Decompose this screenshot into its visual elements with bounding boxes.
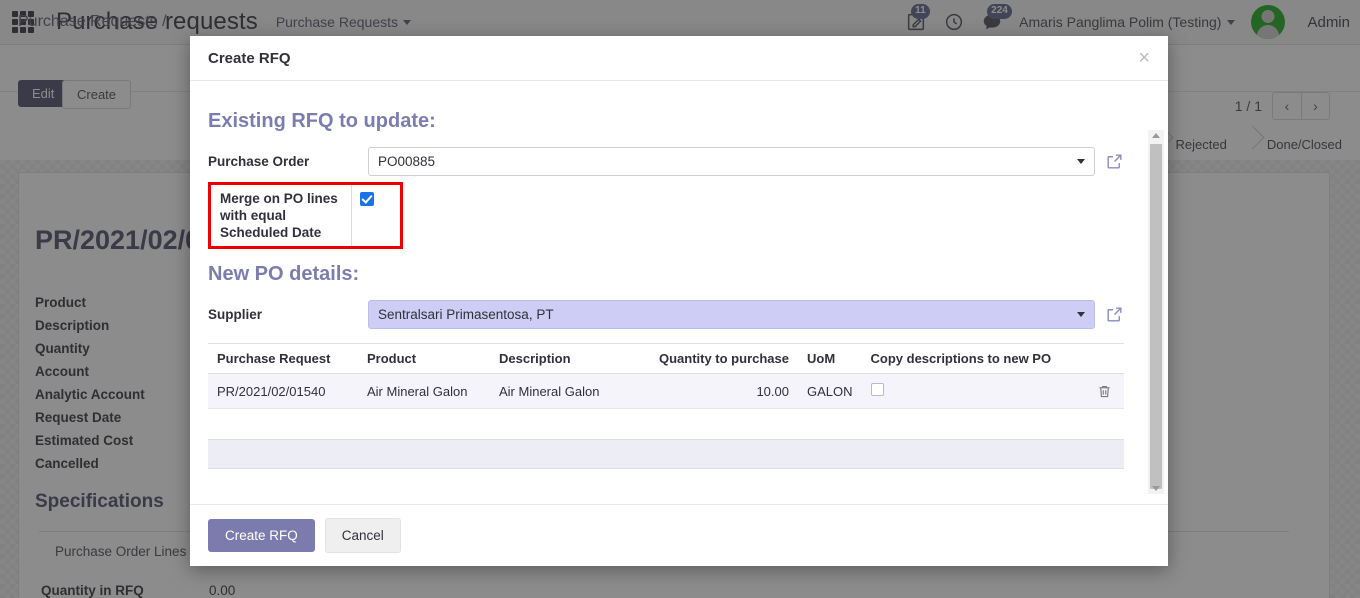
col-product: Product bbox=[358, 343, 490, 374]
purchase-order-input[interactable] bbox=[368, 147, 1095, 176]
section-heading-new-po: New PO details: bbox=[208, 263, 360, 285]
create-rfq-button[interactable]: Create RFQ bbox=[208, 519, 315, 552]
supplier-input[interactable] bbox=[368, 300, 1095, 329]
supplier-row: Supplier bbox=[208, 300, 1124, 329]
col-description: Description bbox=[490, 343, 618, 374]
col-purchase-request: Purchase Request bbox=[208, 343, 358, 374]
cell-product: Air Mineral Galon bbox=[358, 373, 490, 409]
merge-option-checkbox-cell bbox=[351, 185, 382, 246]
trash-icon[interactable] bbox=[1097, 384, 1115, 399]
close-icon[interactable]: × bbox=[1138, 48, 1150, 68]
col-quantity-to-purchase: Quantity to purchase bbox=[618, 343, 798, 374]
cell-purchase-request: PR/2021/02/01540 bbox=[208, 373, 358, 409]
dialog-vertical-scrollbar[interactable] bbox=[1148, 130, 1164, 494]
cell-description: Air Mineral Galon bbox=[490, 373, 618, 409]
create-rfq-dialog: Create RFQ × Existing RFQ to update: Pur… bbox=[190, 36, 1168, 566]
purchase-order-label: Purchase Order bbox=[208, 154, 310, 169]
table-header: Purchase Request Product Description Qua… bbox=[208, 343, 1124, 374]
copy-descriptions-checkbox[interactable] bbox=[870, 383, 884, 396]
purchase-order-row: Purchase Order bbox=[208, 147, 1124, 176]
col-actions bbox=[1088, 343, 1124, 374]
scroll-up-arrow-icon[interactable] bbox=[1152, 133, 1160, 138]
cell-actions bbox=[1088, 373, 1124, 409]
cancel-button[interactable]: Cancel bbox=[324, 518, 401, 553]
scrollbar-thumb[interactable] bbox=[1150, 144, 1162, 489]
dialog-footer: Create RFQ Cancel bbox=[190, 504, 1168, 566]
merge-option-checkbox[interactable] bbox=[360, 192, 374, 206]
col-uom: UoM bbox=[798, 343, 862, 374]
merge-option-label: Merge on PO lines with equal Scheduled D… bbox=[220, 191, 338, 240]
external-link-icon[interactable] bbox=[1105, 305, 1124, 324]
table-body: PR/2021/02/01540 Air Mineral Galon Air M… bbox=[208, 373, 1124, 409]
screen-root: Purchase requests Purchase Requests 11 bbox=[0, 0, 1360, 598]
dialog-header: Create RFQ × bbox=[190, 36, 1168, 81]
purchase-request-lines-table: Purchase Request Product Description Qua… bbox=[208, 343, 1124, 409]
dialog-title: Create RFQ bbox=[208, 49, 291, 67]
table-row[interactable]: PR/2021/02/01540 Air Mineral Galon Air M… bbox=[208, 373, 1124, 409]
dialog-form: Existing RFQ to update: Purchase Order P… bbox=[190, 82, 1142, 469]
section-heading-existing-rfq: Existing RFQ to update: bbox=[208, 110, 436, 132]
external-link-icon[interactable] bbox=[1105, 152, 1124, 171]
merge-option-box: Merge on PO lines with equal Scheduled D… bbox=[208, 182, 403, 249]
purchase-order-control bbox=[368, 147, 1095, 176]
col-copy-descriptions: Copy descriptions to new PO bbox=[861, 343, 1088, 374]
supplier-control bbox=[368, 300, 1095, 329]
dialog-body: Existing RFQ to update: Purchase Order P… bbox=[190, 82, 1168, 539]
table-summary-row bbox=[208, 439, 1124, 469]
merge-option-highlight: Merge on PO lines with equal Scheduled D… bbox=[208, 182, 403, 249]
supplier-label: Supplier bbox=[208, 307, 263, 322]
cell-copy-descriptions bbox=[861, 373, 1088, 409]
scroll-down-arrow-icon[interactable] bbox=[1152, 486, 1160, 491]
cell-uom: GALON bbox=[798, 373, 862, 409]
table-header-row: Purchase Request Product Description Qua… bbox=[208, 343, 1124, 374]
cell-quantity: 10.00 bbox=[618, 373, 798, 409]
